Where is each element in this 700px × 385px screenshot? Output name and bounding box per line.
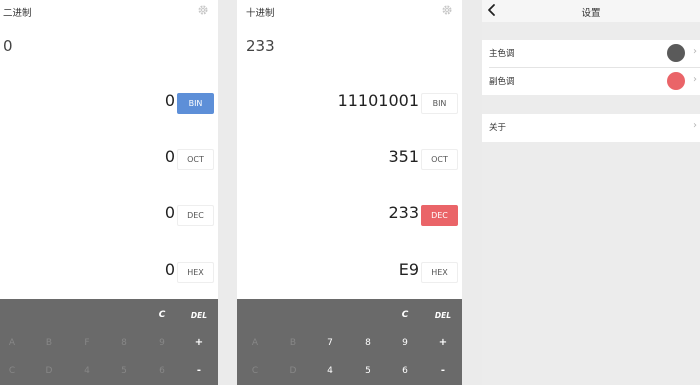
key-8[interactable]: 8 (121, 338, 127, 348)
plus-key[interactable]: + (439, 337, 447, 348)
bin-value: 0 (164, 91, 175, 110)
delete-key[interactable]: DEL (435, 311, 451, 320)
oct-value: 351 (388, 147, 419, 166)
oct-value: 0 (164, 147, 175, 166)
key-c[interactable]: C (252, 366, 258, 376)
key-d[interactable]: D (290, 366, 297, 376)
hex-button[interactable]: HEX (421, 262, 458, 283)
header: 十进制 (237, 0, 462, 22)
minus-key[interactable]: - (197, 365, 201, 376)
oct-row: 351 OCT (237, 147, 462, 171)
minus-key[interactable]: - (441, 365, 445, 376)
settings-panel: 设置 主色调 › 副色调 › 关于 › (482, 0, 700, 385)
primary-color-label: 主色调 (489, 49, 515, 59)
keypad: C DEL A B F 8 9 + C D 4 5 6 - (0, 299, 218, 385)
bin-row: 11101001 BIN (237, 91, 462, 115)
key-4[interactable]: 4 (84, 366, 90, 376)
hex-value: 0 (164, 260, 175, 279)
gear-icon[interactable] (441, 4, 453, 16)
bin-button[interactable]: BIN (421, 93, 458, 114)
input-display: 0 (3, 37, 13, 55)
key-6[interactable]: 6 (402, 366, 408, 376)
chevron-right-icon: › (693, 46, 697, 57)
gear-icon[interactable] (197, 4, 209, 16)
key-d[interactable]: D (46, 366, 53, 376)
key-a[interactable]: A (9, 338, 15, 348)
key-8[interactable]: 8 (365, 338, 371, 348)
bin-value: 11101001 (337, 91, 419, 110)
input-display: 233 (246, 37, 275, 55)
accent-color-label: 副色调 (489, 77, 515, 87)
oct-row: 0 OCT (0, 147, 218, 171)
clear-key[interactable]: C (159, 310, 166, 320)
nav-bar: 设置 (482, 0, 700, 22)
hex-button[interactable]: HEX (177, 262, 214, 283)
key-9[interactable]: 9 (159, 338, 165, 348)
key-c[interactable]: C (9, 366, 15, 376)
page-title: 十进制 (246, 8, 275, 19)
oct-button[interactable]: OCT (421, 149, 458, 170)
oct-button[interactable]: OCT (177, 149, 214, 170)
key-4[interactable]: 4 (327, 366, 333, 376)
dec-value: 233 (388, 203, 419, 222)
dec-row: 0 DEC (0, 203, 218, 227)
plus-key[interactable]: + (195, 337, 203, 348)
dec-button[interactable]: DEC (421, 205, 458, 226)
header: 二进制 (0, 0, 218, 22)
chevron-right-icon: › (693, 74, 697, 85)
bin-button[interactable]: BIN (177, 93, 214, 114)
about-label: 关于 (489, 123, 507, 133)
primary-color-swatch (667, 44, 685, 62)
primary-color-item[interactable]: 主色调 › (482, 40, 700, 67)
decimal-calculator-panel: 十进制 233 11101001 BIN 351 OCT 233 DEC E9 … (237, 0, 462, 385)
page-title: 二进制 (3, 8, 32, 19)
delete-key[interactable]: DEL (191, 311, 207, 320)
key-f[interactable]: F (84, 338, 89, 348)
accent-color-swatch (667, 72, 685, 90)
chevron-right-icon: › (693, 120, 697, 131)
hex-row: 0 HEX (0, 260, 218, 284)
color-settings-group: 主色调 › 副色调 › (482, 40, 700, 95)
key-5[interactable]: 5 (121, 366, 127, 376)
bin-row: 0 BIN (0, 91, 218, 115)
hex-row: E9 HEX (237, 260, 462, 284)
dec-row: 233 DEC (237, 203, 462, 227)
hex-value: E9 (398, 260, 419, 279)
key-6[interactable]: 6 (159, 366, 165, 376)
clear-key[interactable]: C (402, 310, 409, 320)
dec-button[interactable]: DEC (177, 205, 214, 226)
key-7[interactable]: 7 (327, 338, 333, 348)
key-b[interactable]: B (290, 338, 296, 348)
key-a[interactable]: A (252, 338, 258, 348)
key-9[interactable]: 9 (402, 338, 408, 348)
binary-calculator-panel: 二进制 0 0 BIN 0 OCT 0 DEC 0 HEX C DEL A B … (0, 0, 218, 385)
keypad: C DEL A B 7 8 9 + C D 4 5 6 - (237, 299, 462, 385)
about-item[interactable]: 关于 › (482, 114, 700, 141)
accent-color-item[interactable]: 副色调 › (482, 68, 700, 95)
page-title: 设置 (581, 8, 601, 19)
dec-value: 0 (164, 203, 175, 222)
key-5[interactable]: 5 (365, 366, 371, 376)
about-group: 关于 › (482, 114, 700, 142)
key-b[interactable]: B (46, 338, 52, 348)
